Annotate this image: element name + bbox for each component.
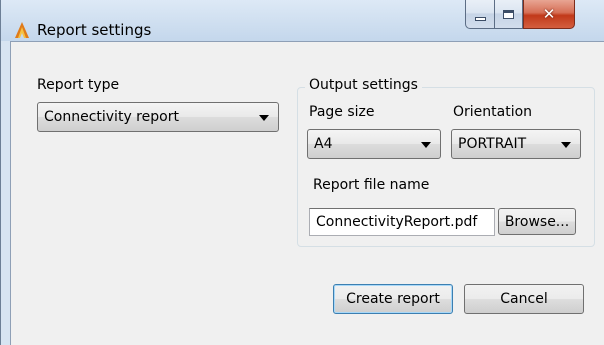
orientation-value: PORTRAIT	[458, 136, 527, 152]
orientation-select[interactable]: PORTRAIT	[451, 129, 581, 159]
chevron-down-icon	[561, 142, 571, 148]
page-size-value: A4	[314, 136, 333, 152]
report-type-label: Report type	[37, 77, 120, 93]
app-logo-icon	[15, 22, 29, 38]
close-button[interactable]: ✕	[523, 0, 575, 29]
report-file-name-label: Report file name	[313, 177, 430, 193]
report-type-select[interactable]: Connectivity report	[37, 102, 279, 132]
maximize-button[interactable]	[494, 0, 523, 29]
orientation-label: Orientation	[453, 104, 533, 120]
maximize-icon	[503, 9, 514, 19]
report-file-name-field[interactable]	[309, 208, 495, 236]
minimize-icon	[474, 16, 486, 21]
window-title: Report settings	[37, 21, 152, 39]
report-type-value: Connectivity report	[44, 109, 179, 125]
output-settings-legend: Output settings	[305, 77, 422, 93]
close-icon: ✕	[542, 4, 556, 23]
title-bar[interactable]: Report settings ✕	[1, 0, 604, 41]
report-file-name-input[interactable]	[310, 209, 494, 235]
cancel-button[interactable]: Cancel	[464, 284, 584, 314]
page-size-select[interactable]: A4	[307, 129, 441, 159]
chevron-down-icon	[259, 115, 269, 121]
minimize-button[interactable]	[465, 0, 494, 29]
create-report-button[interactable]: Create report	[333, 284, 453, 314]
report-settings-window: Report settings ✕ Report type Connectivi…	[0, 0, 604, 345]
caption-buttons: ✕	[465, 0, 575, 29]
browse-button[interactable]: Browse...	[498, 208, 576, 235]
page-size-label: Page size	[309, 104, 375, 120]
dialog-body: Report type Connectivity report Output s…	[10, 41, 604, 345]
chevron-down-icon	[421, 142, 431, 148]
